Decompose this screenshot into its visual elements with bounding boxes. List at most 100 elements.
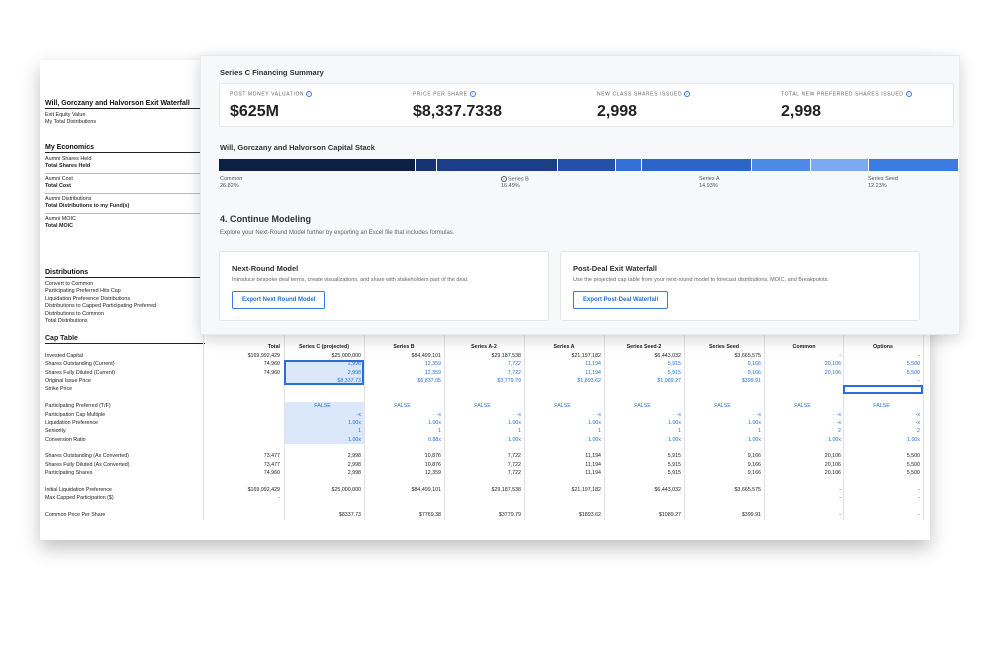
table-cell[interactable]: 1.00x (524, 419, 604, 427)
table-cell[interactable] (203, 411, 283, 419)
table-cell[interactable]: -x (284, 410, 364, 419)
table-cell[interactable]: 7,722 (444, 369, 524, 377)
table-cell[interactable]: - (843, 352, 923, 360)
table-cell[interactable] (524, 385, 604, 393)
table-cell[interactable] (524, 494, 604, 502)
table-cell[interactable]: 12,359 (364, 469, 444, 477)
table-cell[interactable] (203, 419, 283, 427)
column-header[interactable]: Series Seed-2 (604, 343, 684, 351)
table-cell[interactable]: - (764, 352, 844, 360)
export-post-deal-button[interactable]: Export Post-Deal Waterfall (573, 291, 669, 309)
table-cell[interactable]: $3,665,575 (684, 352, 764, 360)
table-cell[interactable]: 20,106 (764, 369, 844, 377)
table-cell[interactable]: 10,876 (364, 452, 444, 460)
table-cell[interactable]: $8337.73 (284, 511, 364, 519)
table-cell[interactable]: -x (444, 411, 524, 419)
table-cell[interactable]: $169,992,429 (203, 486, 283, 494)
table-cell[interactable]: $21,197,182 (524, 486, 604, 494)
table-cell[interactable]: 2 (764, 427, 844, 435)
table-cell[interactable]: 11,194 (524, 360, 604, 368)
table-cell[interactable]: 20,106 (764, 469, 844, 477)
table-cell[interactable]: 1.00x (684, 419, 764, 427)
table-cell[interactable]: $3779.79 (444, 511, 524, 519)
table-cell[interactable]: FALSE (284, 402, 364, 411)
table-cell[interactable]: 1 (524, 427, 604, 435)
table-cell[interactable]: 20,106 (764, 360, 844, 368)
table-cell[interactable]: - (203, 494, 283, 502)
table-cell[interactable]: 73,477 (203, 461, 283, 469)
table-cell[interactable]: FALSE (444, 402, 524, 410)
table-cell[interactable]: $84,499,101 (364, 352, 444, 360)
table-cell[interactable]: -x (764, 411, 844, 419)
table-cell[interactable]: 1 (364, 427, 444, 435)
table-cell[interactable]: $169,992,429 (203, 352, 283, 360)
table-cell[interactable] (284, 494, 364, 502)
selected-range[interactable] (284, 360, 364, 386)
table-cell[interactable]: 2,998 (284, 452, 364, 460)
table-cell[interactable] (444, 385, 524, 393)
table-cell[interactable]: $1,089.27 (604, 377, 684, 385)
table-cell[interactable]: -x (604, 411, 684, 419)
table-cell[interactable]: $399.91 (684, 511, 764, 519)
table-cell[interactable]: FALSE (684, 402, 764, 410)
column-header[interactable]: Series B (364, 343, 444, 351)
table-cell[interactable]: 5,500 (843, 452, 923, 460)
table-cell[interactable]: -x (364, 411, 444, 419)
column-header[interactable]: Series A (524, 343, 604, 351)
table-cell[interactable]: 12,359 (364, 360, 444, 368)
table-cell[interactable]: 7,722 (444, 360, 524, 368)
table-cell[interactable]: - (764, 511, 844, 519)
table-cell[interactable]: 1.00x (284, 435, 364, 445)
table-cell[interactable] (604, 385, 684, 393)
table-cell[interactable]: -x (764, 419, 844, 427)
info-icon[interactable]: i (905, 91, 912, 97)
table-cell[interactable]: 11,194 (524, 452, 604, 460)
table-cell[interactable]: 5,915 (604, 369, 684, 377)
table-cell[interactable]: $25,000,000 (284, 486, 364, 494)
table-cell[interactable]: 2 (843, 427, 923, 435)
table-cell[interactable]: 11,194 (524, 469, 604, 477)
table-cell[interactable]: $21,197,182 (524, 352, 604, 360)
table-cell[interactable]: 5,500 (843, 369, 923, 377)
table-cell[interactable]: 1.00x (843, 436, 923, 444)
table-cell[interactable]: 1.00x (604, 436, 684, 444)
table-cell[interactable]: -x (843, 411, 923, 419)
table-cell[interactable] (284, 385, 364, 393)
table-cell[interactable]: 9,166 (684, 469, 764, 477)
table-cell[interactable]: $29,187,538 (444, 486, 524, 494)
column-header[interactable]: Total (203, 343, 283, 351)
table-cell[interactable]: $1893.62 (524, 511, 604, 519)
table-cell[interactable]: $1089.27 (604, 511, 684, 519)
table-cell[interactable]: 1 (604, 427, 684, 435)
table-cell[interactable]: 74,960 (203, 469, 283, 477)
table-cell[interactable] (604, 494, 684, 502)
table-cell[interactable]: 20,106 (764, 461, 844, 469)
table-cell[interactable]: 9,166 (684, 461, 764, 469)
table-cell[interactable]: FALSE (604, 402, 684, 410)
table-cell[interactable]: 11,194 (524, 369, 604, 377)
table-cell[interactable]: 73,477 (203, 452, 283, 460)
table-cell[interactable]: - (764, 486, 844, 494)
table-cell[interactable]: $29,187,538 (444, 352, 524, 360)
table-cell[interactable] (364, 385, 444, 393)
table-cell[interactable]: $3,665,575 (684, 486, 764, 494)
table-cell[interactable]: $3,779.79 (444, 377, 524, 385)
table-cell[interactable]: $84,499,101 (364, 486, 444, 494)
table-cell[interactable] (764, 385, 844, 393)
table-cell[interactable] (444, 494, 524, 502)
table-cell[interactable]: 7,722 (444, 469, 524, 477)
table-cell[interactable]: 1.00x (524, 436, 604, 444)
table-cell[interactable]: 1.00x (684, 436, 764, 444)
info-icon[interactable]: i (684, 91, 691, 97)
table-cell[interactable]: 1 (684, 427, 764, 435)
table-cell[interactable]: 7,722 (444, 452, 524, 460)
table-cell[interactable]: - (843, 377, 923, 385)
table-cell[interactable]: 74,960 (203, 360, 283, 368)
table-cell[interactable] (203, 436, 283, 444)
column-header[interactable]: Common (764, 343, 844, 351)
table-cell[interactable]: $7769.38 (364, 511, 444, 519)
table-cell[interactable]: FALSE (843, 402, 923, 410)
table-cell[interactable] (203, 511, 283, 519)
table-cell[interactable]: FALSE (364, 402, 444, 410)
table-cell[interactable] (203, 385, 283, 393)
